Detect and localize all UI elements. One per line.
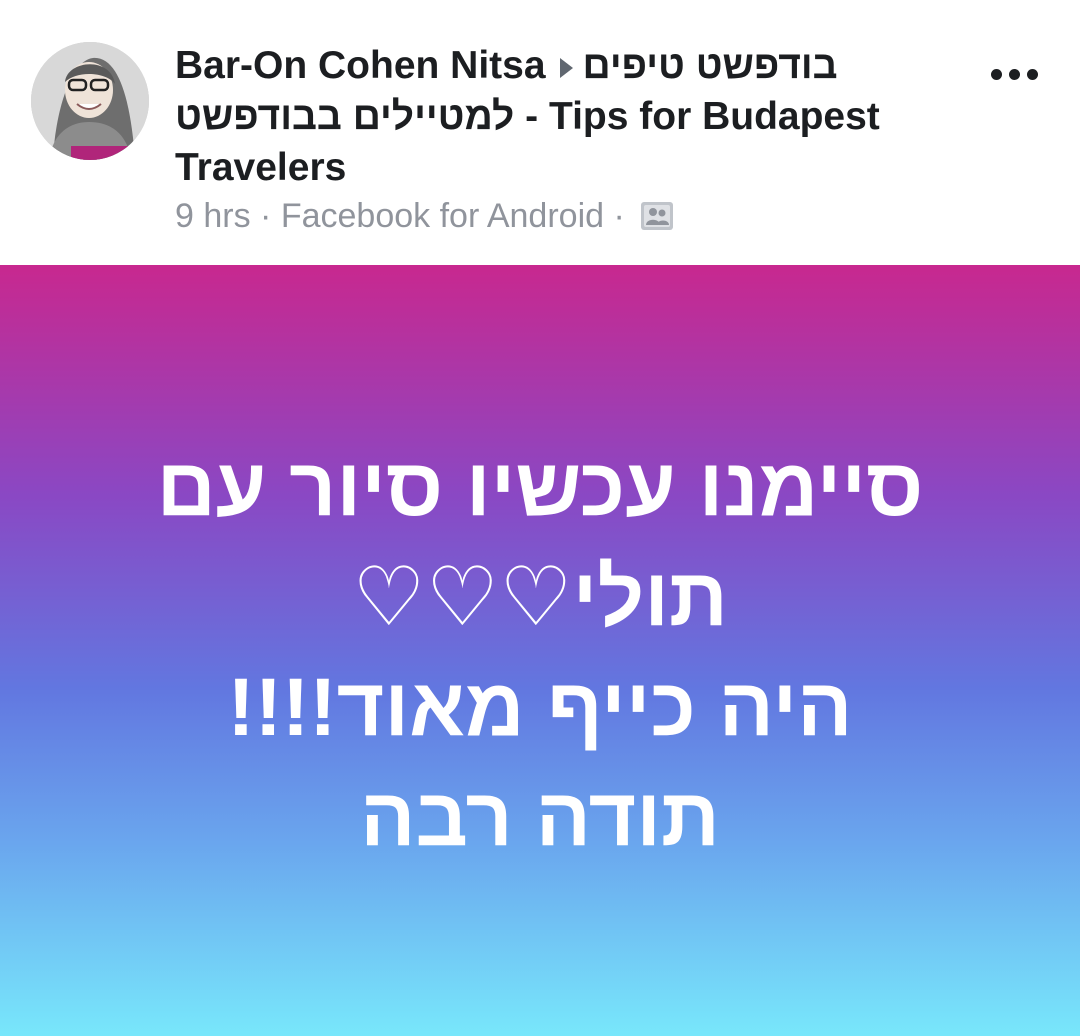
more-options-icon xyxy=(1027,69,1038,80)
post-source: Facebook for Android xyxy=(280,197,605,235)
post-time[interactable]: 9 hrs xyxy=(175,197,251,235)
author-name[interactable]: Bar-On Cohen Nitsa xyxy=(175,44,546,87)
post-author-line: Bar-On Cohen Nitsa בודפשט טיפים למטיילים … xyxy=(175,40,955,193)
post-text-line: תולי♡♡♡ xyxy=(352,552,728,643)
post-text-line: היה כייף מאוד!!!! xyxy=(227,662,853,753)
post-header: Bar-On Cohen Nitsa בודפשט טיפים למטיילים … xyxy=(0,0,1080,265)
more-options-icon xyxy=(1009,69,1020,80)
post-text-line: תודה רבה xyxy=(360,772,720,863)
facebook-post: Bar-On Cohen Nitsa בודפשט טיפים למטיילים … xyxy=(0,0,1080,1036)
meta-separator: · xyxy=(260,197,272,235)
meta-separator: · xyxy=(613,197,625,235)
avatar-photo xyxy=(31,42,149,160)
group-privacy-icon[interactable] xyxy=(640,199,674,241)
post-colored-background: סיימנו עכשיו סיור עם תולי♡♡♡ היה כייף מא… xyxy=(0,265,1080,1036)
post-meta: 9 hrs · Facebook for Android · xyxy=(175,195,674,241)
more-options-icon xyxy=(991,69,1002,80)
post-text-line: סיימנו עכשיו סיור עם xyxy=(156,442,924,533)
post-text: סיימנו עכשיו סיור עם תולי♡♡♡ היה כייף מא… xyxy=(60,433,1020,873)
avatar[interactable] xyxy=(31,42,149,160)
arrow-right-icon xyxy=(559,58,573,78)
more-options-button[interactable] xyxy=(985,60,1045,90)
